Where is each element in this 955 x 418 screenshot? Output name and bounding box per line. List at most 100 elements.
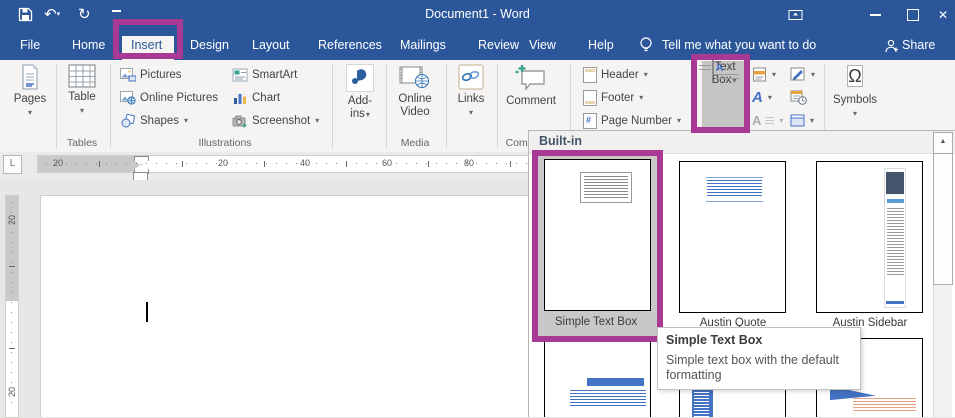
h-ruler-number: 80 — [464, 158, 474, 169]
tab-help[interactable]: Help — [588, 36, 614, 54]
tooltip-body: Simple text box with the default formatt… — [666, 353, 852, 383]
header-button[interactable]: Header▾ — [583, 66, 648, 83]
pages-dropdown-arrow: ▾ — [8, 106, 52, 119]
tab-references[interactable]: References — [318, 36, 382, 54]
gallery-item-banded-quote[interactable] — [544, 338, 651, 417]
object-button[interactable]: ▾ — [790, 112, 814, 129]
comment-button[interactable]: Comment — [503, 62, 559, 108]
screenshot-icon — [232, 114, 248, 128]
wordart-icon: A — [752, 89, 763, 106]
tooltip-title: Simple Text Box — [666, 333, 852, 347]
online-video-icon — [399, 64, 431, 90]
smartart-icon — [232, 68, 248, 82]
shapes-button[interactable]: Shapes▾ — [120, 112, 188, 129]
h-ruler-number: 20 — [53, 158, 63, 169]
symbols-dropdown-arrow: ▾ — [830, 107, 880, 120]
pictures-icon — [120, 68, 136, 82]
object-dropdown-arrow: ▾ — [810, 116, 814, 125]
vertical-ruler[interactable]: 20 20 — [5, 195, 19, 418]
window-title: Document1 - Word — [0, 7, 955, 21]
simple-text-box-thumbnail — [544, 159, 651, 311]
minimize-button[interactable] — [860, 4, 890, 26]
wordart-button[interactable]: A ▾ — [752, 89, 772, 106]
close-button[interactable]: ✕ — [928, 4, 955, 26]
add-ins-icon — [346, 64, 374, 92]
chart-icon — [232, 91, 248, 105]
austin-sidebar-thumbnail — [816, 161, 923, 313]
tab-layout[interactable]: Layout — [252, 36, 290, 54]
quick-parts-icon — [752, 67, 767, 82]
date-time-button[interactable] — [790, 89, 807, 106]
add-ins-button[interactable]: Add- ins▾ — [338, 62, 382, 121]
date-time-icon — [790, 90, 807, 105]
quick-parts-dropdown-arrow: ▾ — [772, 70, 776, 79]
online-pictures-icon — [120, 91, 136, 105]
table-button[interactable]: Table ▾ — [60, 62, 104, 117]
tab-review[interactable]: Review — [478, 36, 519, 54]
pages-icon — [20, 64, 40, 90]
screenshot-button[interactable]: Screenshot▾ — [232, 112, 319, 129]
gallery-tooltip: Simple Text Box Simple text box with the… — [657, 327, 861, 390]
footer-button[interactable]: Footer▾ — [583, 89, 643, 106]
pages-button[interactable]: Pages ▾ — [8, 62, 52, 119]
table-icon — [68, 64, 96, 88]
h-ruler-number: 40 — [300, 158, 310, 169]
text-cursor — [146, 302, 148, 322]
drop-cap-icon: A — [752, 113, 761, 128]
maximize-button[interactable] — [898, 4, 928, 26]
header-dropdown-arrow: ▾ — [644, 70, 648, 79]
wordart-dropdown-arrow: ▾ — [768, 93, 772, 102]
links-icon — [458, 64, 484, 90]
footer-dropdown-arrow: ▾ — [639, 93, 643, 102]
tab-file[interactable]: File — [20, 36, 40, 54]
gallery-scrollbar-thumb[interactable] — [933, 153, 953, 285]
footer-icon — [583, 90, 597, 106]
online-pictures-button[interactable]: Online Pictures — [120, 89, 218, 106]
tab-design[interactable]: Design — [190, 36, 229, 54]
tell-me-box[interactable]: Tell me what you want to do — [662, 36, 816, 54]
tab-mailings[interactable]: Mailings — [400, 36, 446, 54]
pictures-button[interactable]: Pictures — [120, 66, 182, 83]
gallery-scroll-up-button[interactable]: ▲ — [933, 132, 953, 154]
page-number-button[interactable]: # Page Number▾ — [583, 112, 681, 129]
screenshot-dropdown-arrow: ▾ — [315, 116, 319, 125]
page-number-dropdown-arrow: ▾ — [677, 116, 681, 125]
object-icon — [790, 114, 805, 127]
links-button[interactable]: Links ▾ — [450, 62, 492, 119]
gallery-item-label: Simple Text Box — [536, 316, 656, 328]
tab-view[interactable]: View — [529, 36, 556, 54]
shapes-dropdown-arrow: ▾ — [184, 116, 188, 125]
symbols-button[interactable]: Ω Symbols ▾ — [830, 62, 880, 120]
add-ins-dropdown-arrow: ▾ — [366, 110, 370, 119]
v-ruler-number: 20 — [6, 386, 18, 398]
h-ruler-number: 20 — [218, 158, 228, 169]
quick-parts-button[interactable]: ▾ — [752, 66, 776, 83]
comment-icon — [514, 64, 548, 92]
links-dropdown-arrow: ▾ — [450, 106, 492, 119]
omega-icon: Ω — [847, 65, 862, 87]
tab-stop-selector[interactable]: L — [3, 155, 22, 174]
v-ruler-number: 20 — [6, 214, 18, 226]
ribbon-display-options-button[interactable] — [780, 4, 810, 26]
text-box-button[interactable]: A Text Box▾ — [702, 61, 746, 134]
title-bar: ↶▾ ↻ ▾ Document1 - Word ✕ — [0, 0, 955, 30]
media-group-label: Media — [390, 137, 440, 149]
shapes-icon — [120, 114, 136, 128]
table-dropdown-arrow: ▾ — [60, 104, 104, 117]
chart-button[interactable]: Chart — [232, 89, 280, 106]
share-button[interactable]: Share — [902, 36, 935, 54]
smartart-button[interactable]: SmartArt — [232, 66, 297, 83]
signature-line-icon — [790, 67, 806, 82]
online-video-button[interactable]: OnlineVideo — [390, 62, 440, 119]
tables-group-label: Tables — [60, 137, 104, 149]
tab-home[interactable]: Home — [72, 36, 105, 54]
share-icon — [884, 38, 900, 54]
drop-cap-button: A ▾ — [752, 112, 783, 129]
page-number-icon: # — [583, 113, 597, 129]
signature-line-button[interactable]: ▾ — [790, 66, 815, 83]
tab-insert[interactable]: Insert — [131, 36, 162, 54]
gallery-item-simple-text-box[interactable]: Simple Text Box — [532, 150, 663, 342]
header-icon — [583, 67, 597, 83]
ribbon-tab-row: File Home Insert Design Layout Reference… — [0, 30, 955, 60]
illustrations-group-label: Illustrations — [120, 137, 330, 149]
